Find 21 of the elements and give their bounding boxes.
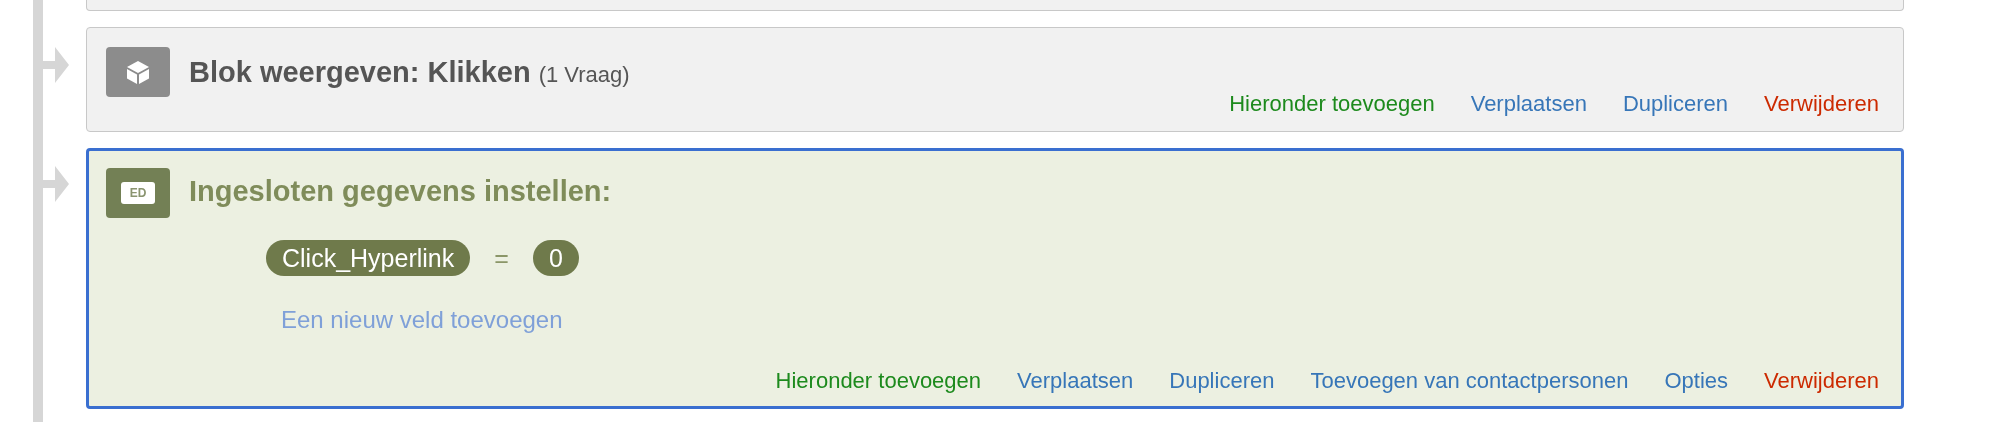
block-title: Ingesloten gegevens instellen:	[189, 174, 612, 208]
action-link[interactable]: Opties	[1664, 368, 1729, 394]
question-count: (1 Vraag)	[538, 61, 630, 88]
action-link[interactable]: Toevoegen van contactpersonen	[1310, 368, 1629, 394]
cube-icon	[124, 58, 152, 86]
action-link[interactable]: Hieronder toevoegen	[1229, 91, 1435, 117]
action-link[interactable]: Dupliceren	[1169, 368, 1275, 394]
embedded-data-icon: ED	[106, 168, 170, 218]
connector-arrow-icon	[41, 164, 71, 204]
field-value[interactable]: 0	[532, 240, 579, 276]
add-field-link[interactable]: Een nieuw veld toevoegen	[281, 306, 1879, 334]
block-title: Blok weergeven: Klikken	[189, 55, 531, 89]
action-link[interactable]: Dupliceren	[1622, 91, 1729, 117]
connector-arrow-icon	[41, 45, 71, 85]
action-link[interactable]: Verplaatsen	[1017, 368, 1134, 394]
action-link[interactable]: Verwijderen	[1764, 91, 1879, 117]
action-link[interactable]: Verwijderen	[1764, 368, 1879, 394]
field-name[interactable]: Click_Hyperlink	[266, 240, 471, 276]
action-link[interactable]: Verplaatsen	[1470, 91, 1587, 117]
equals-sign: =	[494, 243, 509, 273]
action-link[interactable]: Hieronder toevoegen	[775, 368, 982, 394]
